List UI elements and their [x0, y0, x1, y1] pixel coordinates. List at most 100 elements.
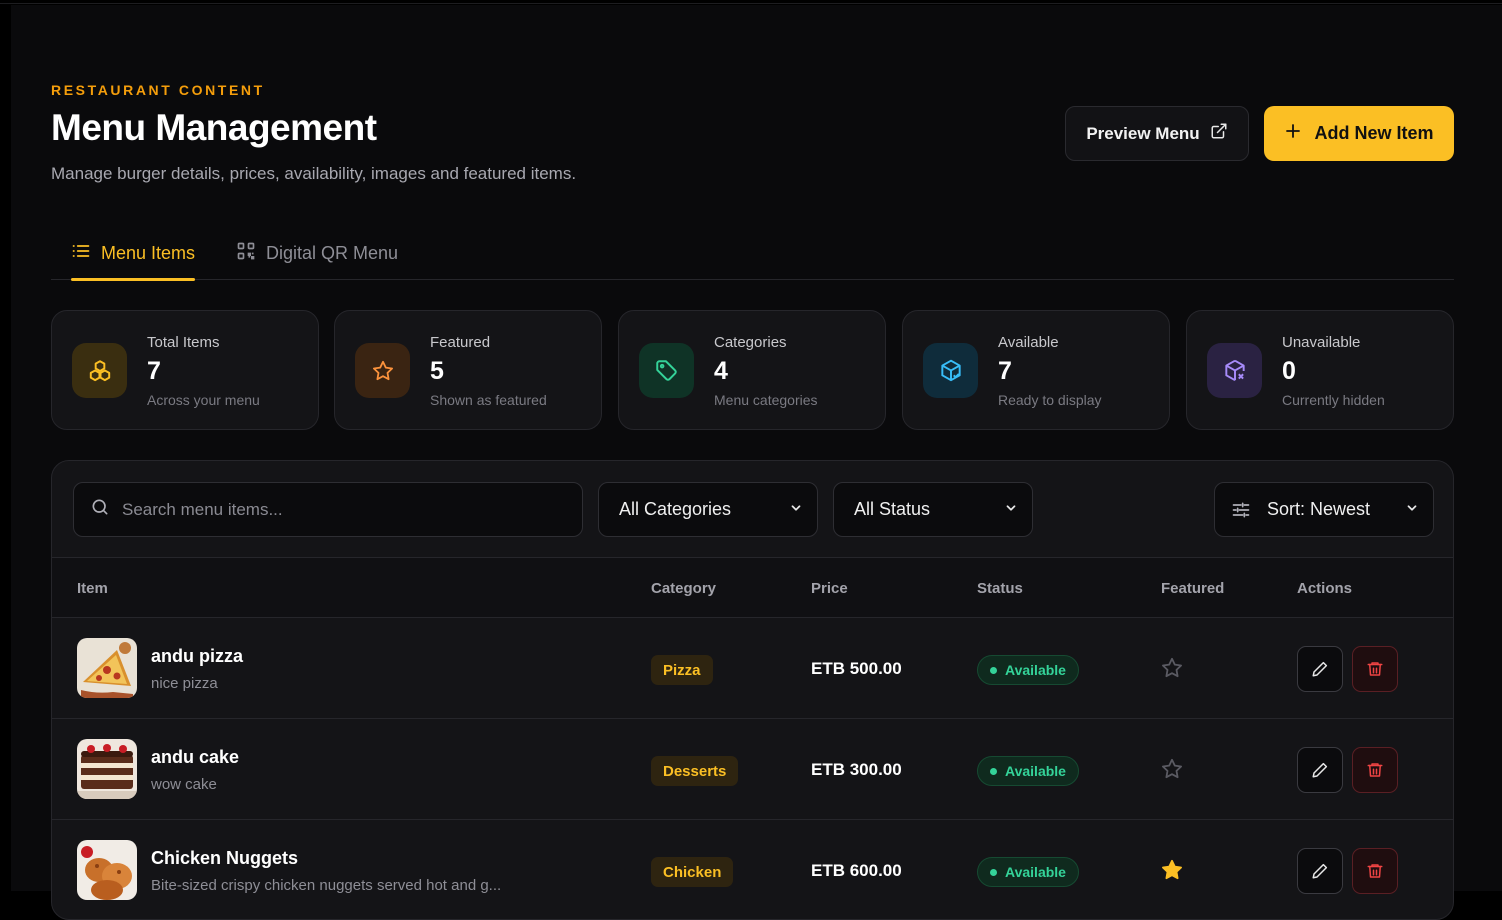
delete-button[interactable] — [1352, 848, 1398, 894]
column-header-featured: Featured — [1161, 580, 1225, 597]
item-name: andu cake — [151, 747, 240, 767]
trash-icon — [1367, 662, 1383, 676]
stat-caption: Currently hidden — [1282, 392, 1385, 408]
plus-icon — [1284, 122, 1302, 145]
category-badge: Chicken — [651, 857, 734, 887]
star-filled-icon — [1162, 859, 1182, 880]
preview-menu-button[interactable]: Preview Menu — [1065, 106, 1249, 161]
category-badge: Pizza — [651, 655, 713, 685]
stat-caption: Ready to display — [998, 392, 1102, 408]
stat-value: 7 — [147, 357, 161, 385]
sort-value: Sort: Newest — [1267, 499, 1371, 519]
menu-items-panel: All Categories All Status Sort: Newest — [51, 460, 1454, 920]
tab-menu-items-label: Menu Items — [101, 243, 196, 263]
item-description: wow cake — [151, 776, 217, 793]
status-badge: Available — [977, 857, 1079, 887]
stat-label: Featured — [430, 334, 491, 351]
stat-caption: Shown as featured — [430, 392, 547, 408]
edit-button[interactable] — [1297, 848, 1343, 894]
stat-card-available: Available 7 Ready to display — [902, 310, 1170, 430]
table-header: Item Category Price Status Featured Acti… — [52, 557, 1453, 618]
stat-label: Total Items — [147, 334, 220, 351]
status-dot — [990, 767, 997, 775]
stat-value: 7 — [998, 357, 1012, 385]
tab-digital-qr-menu-label: Digital QR Menu — [266, 243, 399, 263]
window-top-edge — [0, 0, 1502, 4]
item-price: ETB 500.00 — [811, 659, 902, 678]
item-price: ETB 300.00 — [811, 760, 902, 779]
sliders-icon — [1231, 500, 1251, 520]
pencil-icon — [1312, 863, 1328, 879]
search-input[interactable] — [122, 499, 552, 520]
package-x-icon — [1207, 343, 1262, 398]
stat-card-categories: Categories 4 Menu categories — [618, 310, 886, 430]
chevron-down-icon — [1004, 499, 1018, 520]
search-icon — [90, 497, 110, 522]
table-row: andu pizza nice pizza Pizza ETB 500.00 A… — [52, 618, 1453, 719]
add-new-item-label: Add New Item — [1314, 123, 1434, 143]
sort-select[interactable]: Sort: Newest — [1214, 482, 1434, 537]
status-filter-select[interactable]: All Status — [833, 482, 1033, 537]
column-header-item: Item — [77, 580, 108, 597]
table-row: andu cake wow cake Desserts ETB 300.00 A… — [52, 719, 1453, 820]
status-label: Available — [1005, 662, 1066, 678]
edit-button[interactable] — [1297, 747, 1343, 793]
delete-button[interactable] — [1352, 747, 1398, 793]
chevron-down-icon — [789, 499, 803, 520]
status-badge: Available — [977, 655, 1079, 685]
column-header-category: Category — [651, 580, 717, 597]
trash-icon — [1367, 763, 1383, 777]
tab-bar: Menu Items Digital QR Menu — [51, 227, 1454, 281]
page-subtitle: Manage burger details, prices, availabil… — [51, 164, 577, 183]
search-box — [73, 482, 583, 537]
package-check-icon — [923, 343, 978, 398]
stat-value: 5 — [430, 357, 444, 385]
stat-caption: Menu categories — [714, 392, 818, 408]
stat-value: 0 — [1282, 357, 1296, 385]
item-name: andu pizza — [151, 646, 244, 666]
star-outline-icon — [1162, 657, 1182, 678]
category-filter-value: All Categories — [619, 499, 732, 519]
star-outline-icon — [1162, 758, 1182, 779]
qr-code-icon — [236, 241, 256, 266]
item-thumbnail-chicken — [77, 840, 137, 900]
external-link-icon — [1210, 122, 1228, 145]
stat-card-featured: Featured 5 Shown as featured — [334, 310, 602, 430]
featured-toggle[interactable] — [1160, 656, 1184, 685]
chevron-down-icon — [1405, 499, 1419, 520]
tab-digital-qr-menu[interactable]: Digital QR Menu — [236, 227, 398, 280]
stat-card-total-items: Total Items 7 Across your menu — [51, 310, 319, 430]
category-filter-select[interactable]: All Categories — [598, 482, 818, 537]
page-title: Menu Management — [51, 107, 377, 148]
item-price: ETB 600.00 — [811, 861, 902, 880]
add-new-item-button[interactable]: Add New Item — [1264, 106, 1454, 161]
item-thumbnail-pizza — [77, 638, 137, 698]
stats-row: Total Items 7 Across your menu Featured … — [51, 310, 1454, 430]
pencil-icon — [1312, 661, 1328, 677]
column-header-status: Status — [977, 580, 1023, 597]
tab-menu-items[interactable]: Menu Items — [71, 227, 196, 281]
column-header-price: Price — [811, 580, 848, 597]
category-badge: Desserts — [651, 756, 739, 786]
stat-label: Unavailable — [1282, 334, 1361, 351]
item-description: Bite-sized crispy chicken nuggets served… — [151, 877, 502, 894]
featured-toggle[interactable] — [1160, 757, 1184, 786]
list-icon — [71, 241, 91, 266]
boxes-icon — [72, 343, 127, 398]
star-icon — [355, 343, 410, 398]
status-label: Available — [1005, 864, 1066, 880]
stat-card-unavailable: Unavailable 0 Currently hidden — [1186, 310, 1454, 430]
column-header-actions: Actions — [1297, 580, 1353, 597]
preview-menu-label: Preview Menu — [1086, 123, 1200, 143]
status-dot — [990, 666, 997, 674]
featured-toggle[interactable] — [1160, 858, 1184, 887]
item-thumbnail-cake — [77, 739, 137, 799]
stat-value: 4 — [714, 357, 728, 385]
page: RESTAURANT CONTENT Menu Management Manag… — [11, 5, 1502, 920]
item-name: Chicken Nuggets — [151, 848, 299, 868]
stat-caption: Across your menu — [147, 392, 260, 408]
delete-button[interactable] — [1352, 646, 1398, 692]
tag-icon — [639, 343, 694, 398]
stat-label: Available — [998, 334, 1059, 351]
edit-button[interactable] — [1297, 646, 1343, 692]
